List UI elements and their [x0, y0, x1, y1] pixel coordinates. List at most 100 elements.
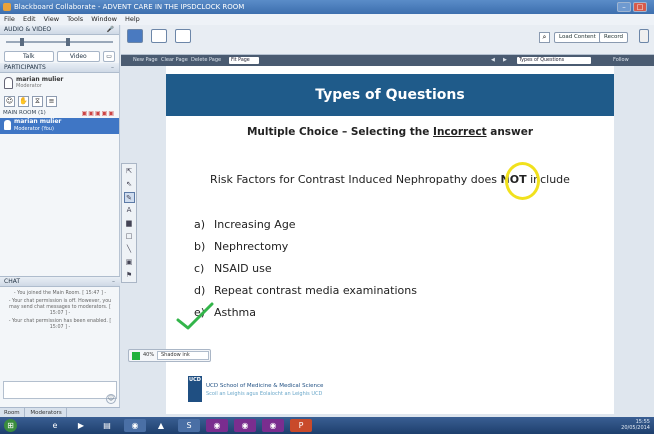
step-away-icon[interactable]: ⧖: [32, 96, 43, 107]
video-button[interactable]: Video: [56, 50, 101, 62]
collaborate-icon[interactable]: ◉: [262, 419, 284, 432]
pointer-icon[interactable]: ⇖: [124, 179, 135, 190]
follow-toggle[interactable]: Follow: [613, 55, 629, 66]
menubar: File Edit View Tools Window Help: [0, 14, 654, 25]
search-icon[interactable]: ⌕: [539, 32, 550, 43]
web-tour-icon[interactable]: [175, 29, 191, 43]
option-text: Nephrectomy: [214, 240, 289, 253]
answer-option: a) Increasing Age: [194, 214, 417, 236]
menu-edit[interactable]: Edit: [23, 15, 36, 23]
slide-select[interactable]: Types of Questions: [517, 57, 591, 64]
menu-window[interactable]: Window: [91, 15, 117, 23]
load-content-button[interactable]: Load Content: [554, 32, 601, 43]
answer-option: d) Repeat contrast media examinations: [194, 280, 417, 302]
subtitle-underlined: Incorrect: [433, 126, 487, 138]
app-window: Blackboard Collaborate - ADVENT CARE IN …: [0, 0, 654, 434]
delete-page-button[interactable]: Delete Page: [191, 55, 221, 66]
start-button[interactable]: ⊞: [4, 419, 17, 432]
footer-school-name: UCD School of Medicine & Medical Science: [206, 383, 324, 389]
system-tray-clock[interactable]: 15:55 20/05/2014: [621, 419, 650, 431]
image-icon[interactable]: ▣: [124, 257, 135, 268]
ie-icon[interactable]: e: [44, 419, 66, 432]
question-pre: Risk Factors for Contrast Induced Nephro…: [210, 173, 501, 186]
room-tabs: Room Moderators: [0, 407, 120, 418]
chrome-icon[interactable]: ◉: [124, 419, 146, 432]
av-header-label: AUDIO & VIDEO: [4, 26, 52, 33]
color-swatch[interactable]: [132, 352, 140, 360]
checkmark-annotation: [176, 302, 214, 330]
mic-icon: 🎤: [106, 26, 114, 33]
app-share-icon[interactable]: [151, 29, 167, 43]
ink-properties-widget: 40% Shadow ink: [128, 349, 211, 362]
clear-page-button[interactable]: Clear Page: [161, 55, 188, 66]
ucd-logo: UCD: [188, 376, 202, 402]
tray-date: 20/05/2014: [621, 425, 650, 431]
camera-icon[interactable]: ▭: [103, 50, 115, 62]
participants-header-label: PARTICIPANTS: [4, 64, 46, 71]
skype-icon[interactable]: S: [178, 419, 200, 432]
app-icon: [3, 3, 11, 11]
chat-input[interactable]: [3, 381, 117, 399]
menu-help[interactable]: Help: [125, 15, 140, 23]
participant-row[interactable]: marian mulier Moderator (You): [0, 118, 119, 134]
option-text: Repeat contrast media examinations: [214, 284, 417, 297]
opacity-value[interactable]: 40%: [143, 350, 154, 361]
prev-slide-icon[interactable]: ◀: [491, 55, 495, 66]
content-toolbar: ⌕ Load Content Record: [121, 25, 654, 55]
option-letter: b): [194, 240, 206, 253]
select-icon[interactable]: ⇱: [124, 166, 135, 177]
logo-text: UCD: [189, 377, 201, 383]
media-player-icon[interactable]: ▶: [70, 419, 92, 432]
main-room-label: MAIN ROOM (1) ▣▣▣▣▣: [0, 109, 119, 118]
chat-header-label: CHAT: [4, 278, 21, 285]
left-panel: AUDIO & VIDEO 🎤 Talk Video ▭ PARTICIPANT…: [0, 25, 120, 418]
chat-messages: - You joined the Main Room. [ 15:47 ] - …: [0, 287, 120, 337]
rectangle-icon[interactable]: □: [124, 231, 135, 242]
new-page-button[interactable]: New Page: [133, 55, 158, 66]
talk-button[interactable]: Talk: [4, 50, 54, 62]
subtitle-text-end: answer: [486, 126, 534, 138]
menu-tools[interactable]: Tools: [67, 15, 83, 23]
participant-role: Moderator (You): [14, 126, 54, 132]
volume-slider-thumb[interactable]: [66, 38, 70, 46]
pen-icon[interactable]: ✎: [123, 192, 135, 203]
user-icon: [4, 77, 13, 89]
fit-page-select[interactable]: Fit Page: [229, 57, 259, 64]
slide-subtitle: Multiple Choice – Selecting the Incorrec…: [166, 126, 614, 138]
option-text: Increasing Age: [214, 218, 296, 231]
collaborate-icon[interactable]: ◉: [206, 419, 228, 432]
record-status-icon: [639, 29, 649, 43]
folder-icon[interactable]: ▤: [96, 419, 118, 432]
options-icon[interactable]: ≡: [46, 96, 57, 107]
audio-slider-thumb[interactable]: [20, 38, 24, 46]
chat-message: - Your chat permission has been enabled.…: [8, 319, 112, 330]
menu-view[interactable]: View: [44, 15, 59, 23]
chat-message: - You joined the Main Room. [ 15:47 ] -: [13, 291, 107, 296]
emoticon-icon[interactable]: ☺: [106, 394, 116, 404]
line-icon[interactable]: ╲: [124, 244, 135, 255]
hand-raise-icon[interactable]: ✋: [18, 96, 29, 107]
minimize-button[interactable]: –: [617, 2, 631, 12]
window-title: Blackboard Collaborate - ADVENT CARE IN …: [14, 3, 245, 11]
maximize-button[interactable]: □: [633, 2, 647, 12]
audio-level-slider[interactable]: [0, 35, 119, 49]
ink-style-select[interactable]: Shadow ink: [157, 351, 209, 360]
collaborate-icon[interactable]: ◉: [234, 419, 256, 432]
record-button[interactable]: Record: [599, 32, 629, 43]
highlighter-icon[interactable]: ▆: [124, 218, 135, 229]
window-titlebar: Blackboard Collaborate - ADVENT CARE IN …: [0, 0, 654, 14]
participants-panel-header[interactable]: PARTICIPANTS –: [0, 63, 119, 73]
av-button-row: Talk Video ▭: [0, 49, 119, 63]
drive-icon[interactable]: ▲: [150, 419, 172, 432]
slide-canvas[interactable]: Types of Questions Multiple Choice – Sel…: [166, 66, 614, 414]
emoticon-icon[interactable]: ☺: [4, 96, 15, 107]
av-panel-header[interactable]: AUDIO & VIDEO 🎤: [0, 25, 119, 35]
next-slide-icon[interactable]: ▶: [503, 55, 507, 66]
chat-panel-header[interactable]: CHAT –: [0, 277, 120, 287]
whiteboard-icon[interactable]: [127, 29, 143, 43]
text-icon[interactable]: A: [124, 205, 135, 216]
menu-file[interactable]: File: [4, 15, 15, 23]
clip-art-icon[interactable]: ⚑: [124, 270, 135, 281]
powerpoint-icon[interactable]: P: [290, 419, 312, 432]
my-status: marian mulier Moderator: [0, 73, 119, 95]
